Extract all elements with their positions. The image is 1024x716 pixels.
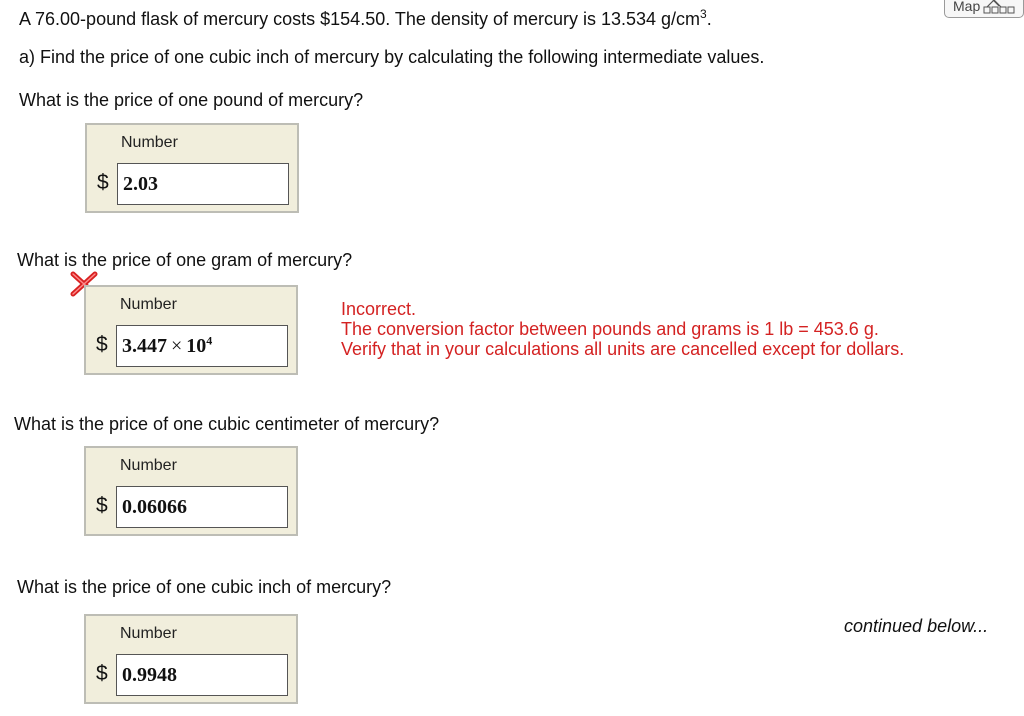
question-price-per-pound: What is the price of one pound of mercur… (19, 90, 364, 110)
price-per-pound-input[interactable]: 2.03 (117, 163, 289, 205)
number-label: Number (121, 134, 178, 151)
currency-symbol: $ (96, 662, 108, 685)
answer-box-price-per-cubic-inch: Number $ 0.9948 (84, 614, 298, 704)
problem-statement: A 76.00-pound flask of mercury costs $15… (19, 7, 712, 29)
answer-box-price-per-pound: Number $ 2.03 (85, 123, 299, 213)
map-icon (983, 0, 1015, 14)
price-per-cubic-inch-input[interactable]: 0.9948 (116, 654, 288, 696)
answer-box-price-per-gram: Number $ 3.447 × 104 (84, 285, 298, 375)
answer-box-price-per-cubic-centimeter: Number $ 0.06066 (84, 446, 298, 536)
map-label: Map (953, 0, 981, 14)
question-price-per-cubic-inch: What is the price of one cubic inch of m… (17, 577, 392, 597)
currency-symbol: $ (97, 171, 109, 194)
continued-below-note: continued below... (844, 616, 989, 636)
price-per-cubic-centimeter-input[interactable]: 0.06066 (116, 486, 288, 528)
feedback-title: Incorrect. (341, 299, 417, 319)
currency-symbol: $ (96, 494, 108, 517)
number-label: Number (120, 296, 177, 313)
incorrect-feedback: Incorrect. The conversion factor between… (341, 299, 904, 359)
feedback-units-hint: Verify that in your calculations all uni… (341, 339, 905, 359)
part-a-instructions: a) Find the price of one cubic inch of m… (19, 47, 765, 67)
question-price-per-gram: What is the price of one gram of mercury… (17, 250, 353, 270)
map-button[interactable]: Map (944, 0, 1024, 18)
price-per-gram-input[interactable]: 3.447 × 104 (116, 325, 288, 367)
number-label: Number (120, 625, 177, 642)
question-price-per-cubic-centimeter: What is the price of one cubic centimete… (14, 414, 440, 434)
number-label: Number (120, 457, 177, 474)
currency-symbol: $ (96, 333, 108, 356)
feedback-conversion-hint: The conversion factor between pounds and… (341, 319, 879, 339)
